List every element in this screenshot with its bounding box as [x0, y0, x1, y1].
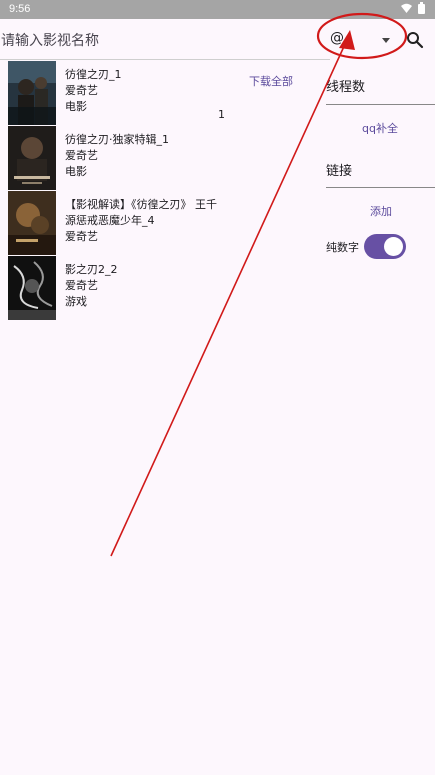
poster-image [8, 126, 56, 190]
digits-only-toggle[interactable] [364, 234, 406, 259]
source-dropdown-value: @ [330, 30, 344, 46]
threads-field-underline [326, 104, 435, 105]
add-button[interactable]: 添加 [370, 203, 392, 219]
battery-icon [418, 2, 425, 14]
item-title: 彷徨之刃_1 [65, 68, 122, 81]
item-type: 电影 [65, 100, 87, 113]
item-source: 爱奇艺 [65, 230, 98, 243]
status-time: 9:56 [9, 3, 31, 15]
chevron-down-icon [382, 38, 390, 43]
item-title: 【影视解读】《彷徨之刃》 王千源惩戒恶魔少年_4 [65, 198, 217, 227]
poster-image [8, 256, 56, 320]
item-title: 彷徨之刃·独家特辑_1 [65, 133, 169, 146]
status-bar: 9:56 [0, 0, 435, 19]
toggle-knob [384, 237, 403, 256]
poster-image [8, 191, 56, 255]
episode-count: 1 [218, 108, 225, 121]
item-title: 影之刃2_2 [65, 263, 118, 276]
header-divider [0, 59, 330, 60]
item-type: 游戏 [65, 295, 87, 308]
link-field-underline [326, 187, 435, 188]
item-source: 爱奇艺 [65, 84, 98, 97]
poster-image [8, 61, 56, 125]
wifi-icon [401, 3, 412, 13]
source-dropdown[interactable]: @ [326, 28, 396, 52]
search-icon[interactable] [406, 31, 424, 49]
search-input[interactable]: 请输入影视名称 [1, 30, 99, 50]
threads-field[interactable]: 线程数 [326, 76, 365, 95]
digits-only-label: 纯数字 [326, 241, 359, 254]
item-type: 电影 [65, 165, 87, 178]
download-all-button[interactable]: 下载全部 [249, 73, 293, 89]
item-source: 爱奇艺 [65, 279, 98, 292]
link-field[interactable]: 链接 [326, 160, 352, 179]
qq-fill-button[interactable]: qq补全 [362, 120, 398, 136]
item-source: 爱奇艺 [65, 149, 98, 162]
